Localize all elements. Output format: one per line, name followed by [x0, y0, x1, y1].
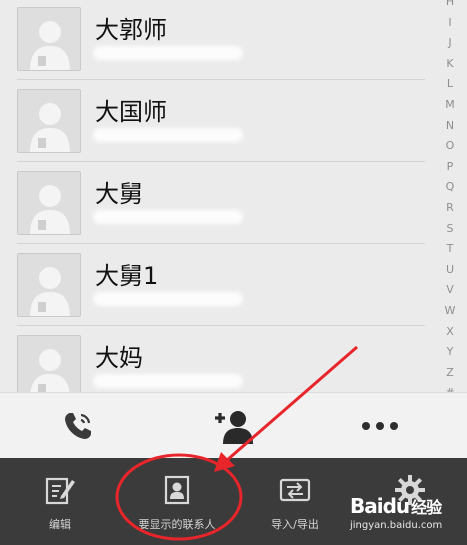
default-avatar-icon [18, 254, 80, 316]
index-letter[interactable]: V [446, 280, 454, 301]
more-options-button[interactable] [340, 393, 420, 459]
index-letter[interactable]: Y [447, 342, 454, 363]
index-letter[interactable]: S [447, 219, 454, 240]
index-letter[interactable]: T [447, 239, 454, 260]
contact-row[interactable]: 大妈 [0, 328, 430, 392]
row-divider [17, 243, 425, 244]
row-divider [17, 161, 425, 162]
contact-detail-redacted [93, 374, 243, 388]
contacts-to-display-label: 要显示的联系人 [138, 518, 216, 531]
contact-list[interactable]: 大郭师 大国师 大舅 大舅1 大妈 H I J K L M N O P Q R … [0, 0, 467, 392]
default-avatar-icon [18, 336, 80, 392]
add-contact-button[interactable] [193, 393, 273, 459]
contact-name: 大舅1 [95, 262, 159, 290]
contact-row[interactable]: 大舅1 [0, 246, 430, 328]
contact-avatar [17, 89, 81, 153]
index-letter[interactable]: L [447, 74, 453, 95]
watermark-url: jingyan.baidu.com [350, 520, 443, 531]
index-letter[interactable]: # [445, 383, 454, 392]
contact-detail-redacted [93, 46, 243, 60]
default-avatar-icon [18, 90, 80, 152]
contact-detail-redacted [93, 292, 243, 306]
import-export-icon [279, 478, 311, 502]
contacts-to-display-button[interactable]: 要显示的联系人 [122, 458, 232, 545]
edit-icon [45, 477, 75, 505]
contact-avatar [17, 171, 81, 235]
contact-avatar [17, 7, 81, 71]
index-letter[interactable]: Z [446, 363, 454, 384]
watermark-logo: Baidu 经验 [350, 494, 442, 518]
action-bar [0, 392, 467, 458]
more-icon [362, 422, 398, 430]
contact-row[interactable]: 大郭师 [0, 0, 430, 82]
contact-name: 大舅 [95, 180, 143, 208]
contact-detail-redacted [93, 128, 243, 142]
index-letter[interactable]: M [445, 95, 455, 116]
import-export-label: 导入/导出 [271, 518, 319, 531]
index-letter[interactable]: N [446, 116, 454, 137]
watermark-brand-c: 经验 [411, 498, 442, 517]
contact-row[interactable]: 大舅 [0, 164, 430, 246]
index-letter[interactable]: I [448, 13, 451, 34]
row-divider [17, 325, 425, 326]
contact-name: 大郭师 [95, 16, 167, 44]
phone-icon [65, 413, 91, 439]
index-letter[interactable]: J [448, 33, 451, 54]
index-letter[interactable]: W [445, 301, 456, 322]
default-avatar-icon [18, 172, 80, 234]
index-letter[interactable]: R [446, 198, 454, 219]
baidu-watermark: Baidu 经验 jingyan.baidu.com [350, 494, 460, 539]
index-letter[interactable]: P [447, 157, 454, 178]
call-button[interactable] [38, 393, 118, 459]
alphabet-index[interactable]: H I J K L M N O P Q R S T U V W X Y Z # [443, 0, 457, 392]
edit-label: 编辑 [49, 518, 71, 531]
add-contact-icon [215, 411, 253, 444]
index-letter[interactable]: K [446, 54, 453, 75]
contact-avatar [17, 335, 81, 392]
watermark-brand-b: du [382, 494, 411, 518]
index-letter[interactable]: X [446, 322, 454, 343]
index-letter[interactable]: Q [446, 177, 455, 198]
contact-card-icon [164, 475, 190, 505]
contact-name: 大妈 [95, 344, 143, 372]
index-letter[interactable]: U [446, 260, 454, 281]
contact-detail-redacted [93, 210, 243, 224]
row-divider [17, 79, 425, 80]
default-avatar-icon [18, 8, 80, 70]
index-letter[interactable]: H [446, 0, 454, 13]
contact-name: 大国师 [95, 98, 167, 126]
contact-row[interactable]: 大国师 [0, 82, 430, 164]
index-letter[interactable]: O [446, 136, 455, 157]
edit-button[interactable]: 编辑 [5, 458, 115, 545]
contact-avatar [17, 253, 81, 317]
watermark-brand-a: Bai [350, 494, 384, 518]
import-export-button[interactable]: 导入/导出 [240, 458, 350, 545]
